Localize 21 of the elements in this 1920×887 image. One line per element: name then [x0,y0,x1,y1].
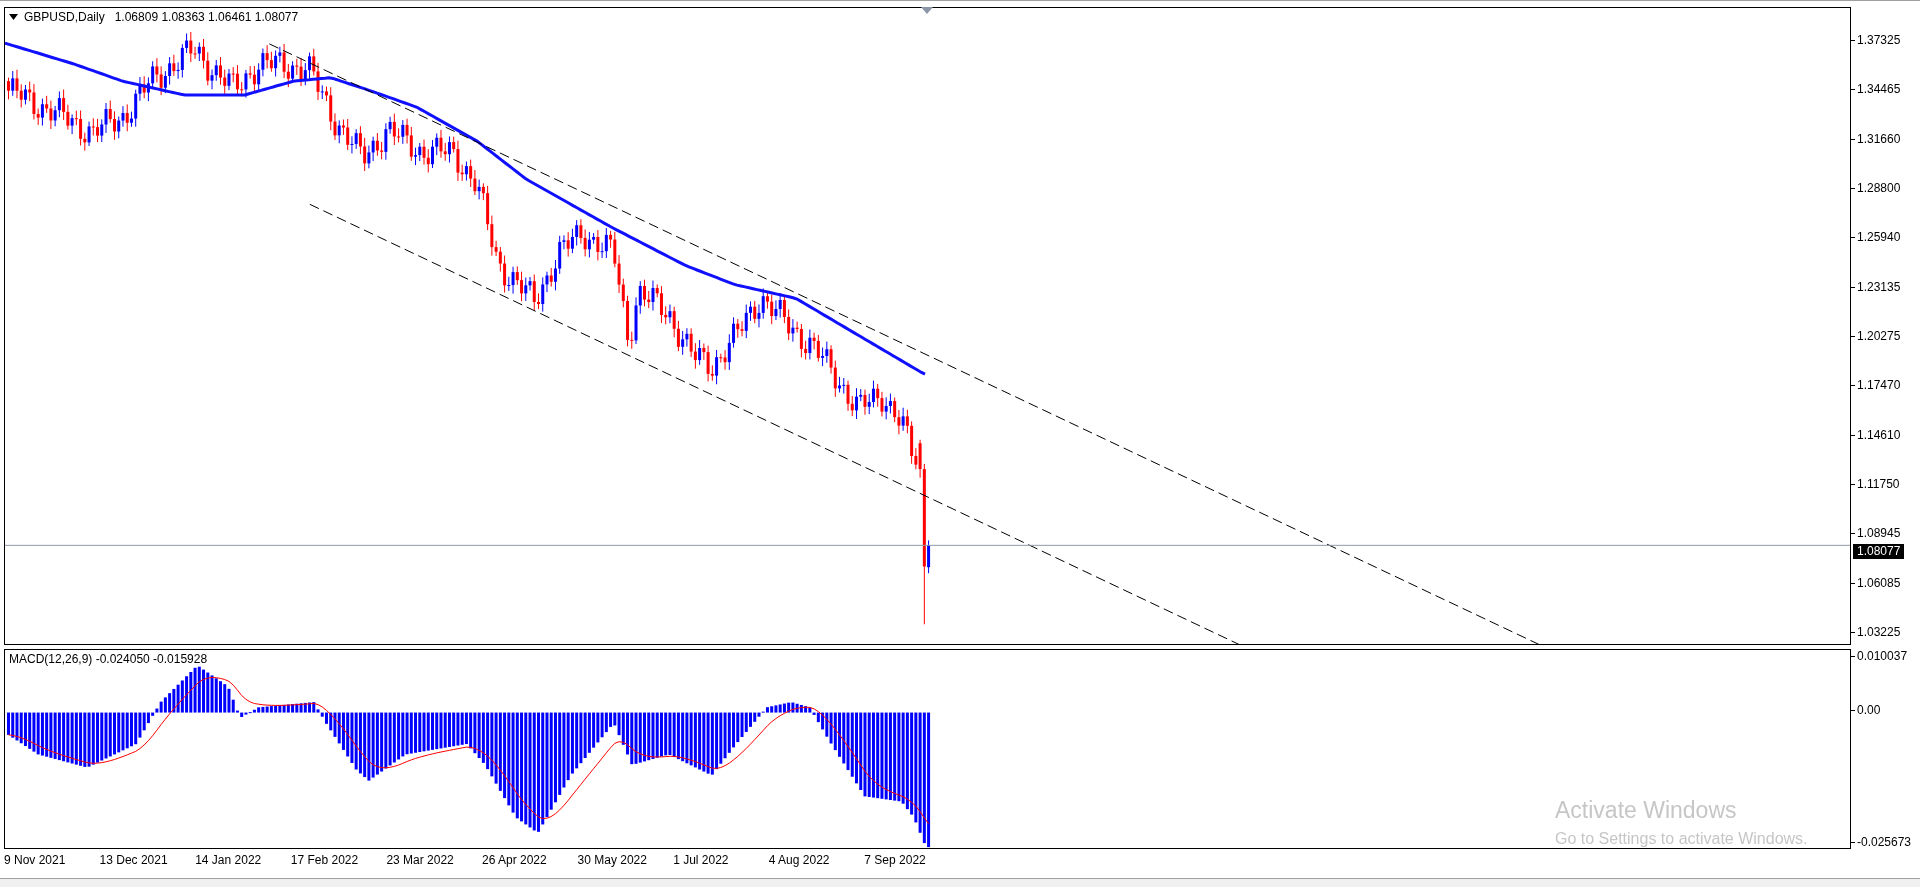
date-tick-label: 17 Feb 2022 [290,853,360,869]
date-tick-label: 23 Mar 2022 [386,853,455,869]
activation-notice-title: Activate Windows [1555,797,1738,824]
date-tick-label: 30 May 2022 [577,853,648,869]
shift-marker-icon[interactable] [921,7,933,14]
macd-tick-label: 0.00 [1851,703,1881,717]
dropdown-triangle-icon[interactable] [9,14,18,20]
macd-tick-label: -0.025673 [1851,835,1912,849]
macd-indicator-label: MACD(12,26,9) -0.024050 -0.015928 [9,652,208,666]
ohlc-values: 1.06809 1.08363 1.06461 1.08077 [114,10,299,24]
macd-tick-label: 0.010037 [1851,649,1908,663]
date-tick-label: 26 Apr 2022 [481,853,548,869]
activation-notice-text: Go to Settings to activate Windows. [1555,830,1808,848]
symbol-timeframe-label: GBPUSD,Daily [24,10,105,24]
date-tick-label: 4 Aug 2022 [768,853,831,869]
current-price-label: 1.08077 [1853,544,1905,559]
date-tick-label: 13 Dec 2021 [99,853,169,869]
date-tick-label: 14 Jan 2022 [195,853,263,869]
date-tick-label: 1 Jul 2022 [673,853,730,869]
date-tick-label: 7 Sep 2022 [864,853,927,869]
date-tick-label: 9 Nov 2021 [4,853,67,869]
